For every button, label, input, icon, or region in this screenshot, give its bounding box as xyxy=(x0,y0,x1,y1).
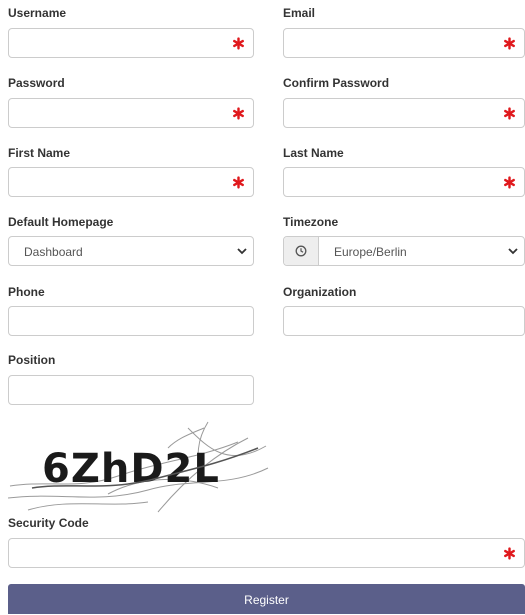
position-input[interactable] xyxy=(9,376,253,404)
timezone-select[interactable]: Europe/Berlin xyxy=(283,236,525,266)
organization-input[interactable] xyxy=(284,307,524,335)
organization-field[interactable] xyxy=(283,306,525,336)
timezone-value: Europe/Berlin xyxy=(334,245,407,259)
required-asterisk-icon xyxy=(233,37,244,50)
password-input[interactable] xyxy=(9,99,253,127)
first-name-field[interactable] xyxy=(8,167,254,197)
last-name-field[interactable] xyxy=(283,167,525,197)
required-asterisk-icon xyxy=(504,107,515,120)
confirm-password-input[interactable] xyxy=(284,99,524,127)
organization-label: Organization xyxy=(283,285,357,299)
email-field[interactable] xyxy=(283,28,525,58)
email-label: Email xyxy=(283,6,316,20)
register-button[interactable]: Register xyxy=(8,584,525,614)
email-input[interactable] xyxy=(284,29,524,57)
required-asterisk-icon xyxy=(504,176,515,189)
last-name-input[interactable] xyxy=(284,168,524,196)
clock-icon xyxy=(295,245,307,257)
phone-input[interactable] xyxy=(9,307,253,335)
required-asterisk-icon xyxy=(233,176,244,189)
confirm-password-field[interactable] xyxy=(283,98,525,128)
default-homepage-value: Dashboard xyxy=(24,245,83,259)
username-field[interactable] xyxy=(8,28,254,58)
default-homepage-select[interactable]: Dashboard xyxy=(8,236,254,266)
required-asterisk-icon xyxy=(504,37,515,50)
timezone-addon xyxy=(284,237,319,265)
captcha-image: 6ZhD2L xyxy=(7,418,270,514)
username-input[interactable] xyxy=(9,29,253,57)
confirm-password-label: Confirm Password xyxy=(283,76,390,90)
username-label: Username xyxy=(8,6,67,20)
default-homepage-label: Default Homepage xyxy=(8,215,114,229)
password-field[interactable] xyxy=(8,98,254,128)
password-label: Password xyxy=(8,76,65,90)
phone-label: Phone xyxy=(8,285,45,299)
captcha-noise-lines: 6ZhD2L xyxy=(7,421,269,513)
security-code-field[interactable] xyxy=(8,538,525,568)
first-name-input[interactable] xyxy=(9,168,253,196)
chevron-down-icon xyxy=(237,248,247,255)
first-name-label: First Name xyxy=(8,146,71,160)
security-code-input[interactable] xyxy=(9,539,524,567)
chevron-down-icon xyxy=(508,248,518,255)
required-asterisk-icon xyxy=(504,547,515,560)
last-name-label: Last Name xyxy=(283,146,344,160)
position-label: Position xyxy=(8,353,56,367)
phone-field[interactable] xyxy=(8,306,254,336)
timezone-label: Timezone xyxy=(283,215,339,229)
security-code-label: Security Code xyxy=(8,516,89,530)
required-asterisk-icon xyxy=(233,107,244,120)
position-field[interactable] xyxy=(8,375,254,405)
